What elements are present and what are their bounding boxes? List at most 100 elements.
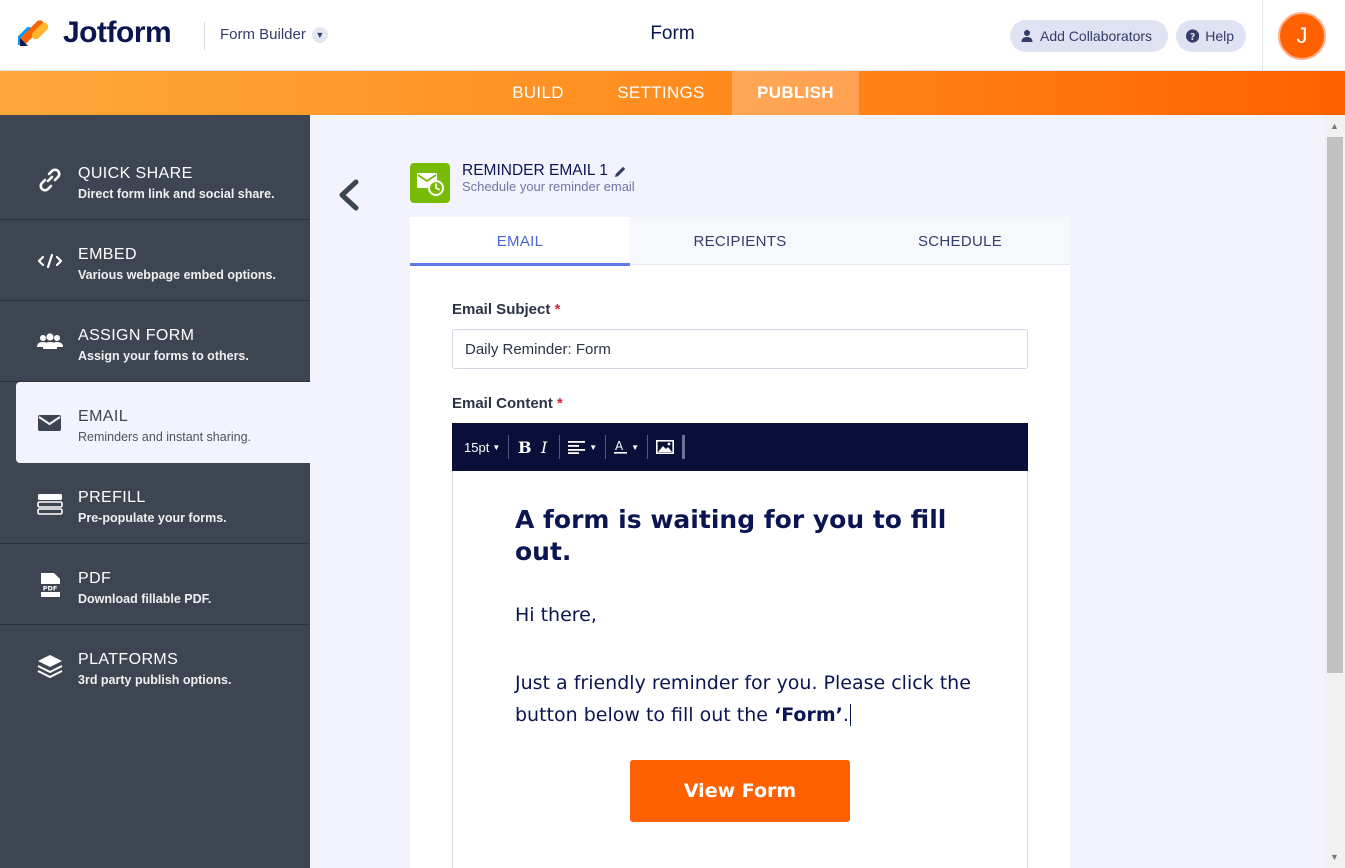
email-clock-icon (417, 173, 444, 196)
bold-button[interactable]: B (513, 433, 535, 461)
reminder-tabs: EMAIL RECIPIENTS SCHEDULE (410, 217, 1070, 266)
email-subject-label-text: Email Subject (452, 301, 551, 318)
required-mark: * (557, 395, 563, 412)
italic-icon: I (540, 439, 548, 455)
text-color-dropdown[interactable]: A ▼ (610, 433, 643, 461)
sidebar-item-platforms[interactable]: PLATFORMS 3rd party publish options. (0, 625, 310, 706)
italic-button[interactable]: I (535, 433, 555, 461)
text-cursor (849, 704, 851, 726)
back-chevron-icon[interactable] (336, 178, 362, 212)
pdf-icon: PDF (39, 573, 61, 597)
scroll-down-icon[interactable]: ▼ (1330, 852, 1339, 862)
sidebar-item-desc: Various webpage embed options. (78, 268, 276, 282)
sidebar-item-desc: Pre-populate your forms. (78, 511, 227, 525)
sidebar-item-title: PLATFORMS (78, 651, 179, 668)
link-icon (39, 168, 61, 192)
sidebar-item-desc: Reminders and instant sharing. (78, 430, 252, 444)
sidebar-item-desc: 3rd party publish options. (78, 673, 232, 687)
tab-schedule[interactable]: SCHEDULE (850, 217, 1070, 265)
toolbar-separator (605, 435, 607, 459)
font-size-dropdown[interactable]: 15pt ▼ (460, 433, 504, 461)
sidebar-item-quick-share[interactable]: QUICK SHARE Direct form link and social … (0, 139, 310, 220)
align-left-icon (568, 441, 586, 454)
svg-text:I: I (540, 439, 548, 455)
align-dropdown[interactable]: ▼ (564, 433, 601, 461)
code-icon (37, 253, 63, 269)
bold-icon: B (518, 439, 531, 455)
email-subject-input[interactable] (452, 329, 1028, 369)
sidebar-item-title: ASSIGN FORM (78, 327, 195, 344)
insert-image-button[interactable] (652, 433, 678, 461)
avatar-container: J (1262, 0, 1345, 70)
reminder-title-row: REMINDER EMAIL 1 (462, 162, 627, 180)
sidebar-item-title: PDF (78, 570, 112, 587)
add-collaborators-label: Add Collaborators (1040, 28, 1153, 44)
sidebar-item-prefill[interactable]: PREFILL Pre-populate your forms. (0, 463, 310, 544)
view-form-button[interactable]: View Form (630, 760, 850, 822)
sidebar-item-title: EMBED (78, 246, 137, 263)
sidebar-item-email[interactable]: EMAIL Reminders and instant sharing. (16, 382, 310, 463)
sidebar-item-desc: Download fillable PDF. (78, 592, 212, 606)
nav-publish[interactable]: PUBLISH (732, 71, 859, 115)
main-nav: BUILD SETTINGS PUBLISH (0, 71, 1345, 115)
email-body: Just a friendly reminder for you. Please… (515, 667, 985, 731)
text-color-icon: A (614, 439, 628, 454)
publish-sidebar: QUICK SHARE Direct form link and social … (0, 115, 310, 868)
svg-text:PDF: PDF (43, 585, 58, 593)
scrollbar-thumb[interactable] (1327, 137, 1343, 673)
help-button[interactable]: ? Help (1176, 20, 1246, 52)
reminder-title: REMINDER EMAIL 1 (462, 162, 608, 179)
svg-text:?: ? (1190, 32, 1195, 43)
caret-down-icon: ▼ (631, 442, 640, 452)
nav-settings[interactable]: SETTINGS (600, 71, 722, 115)
svg-text:B: B (518, 439, 531, 455)
sidebar-item-title: EMAIL (78, 408, 129, 425)
sidebar-item-title: PREFILL (78, 489, 146, 506)
help-label: Help (1205, 28, 1234, 44)
sidebar-item-desc: Assign your forms to others. (78, 349, 249, 363)
avatar[interactable]: J (1278, 12, 1326, 60)
tab-recipients[interactable]: RECIPIENTS (630, 217, 850, 265)
envelope-icon (38, 415, 61, 431)
email-heading: A form is waiting for you to fill out. (515, 505, 947, 566)
sidebar-item-desc: Direct form link and social share. (78, 187, 275, 201)
toolbar-separator (559, 435, 561, 459)
user-icon (1021, 30, 1033, 42)
top-header: Jotform Form Builder ▼ Form Add Collabor… (0, 0, 1345, 71)
editor-toolbar: 15pt ▼ B I ▼ A ▼ (452, 423, 1028, 471)
page-scrollbar[interactable]: ▲ ▼ (1325, 115, 1345, 868)
question-icon: ? (1186, 29, 1200, 43)
add-collaborators-button[interactable]: Add Collaborators (1010, 20, 1168, 52)
email-content-editor[interactable]: A form is waiting for you to fill out. H… (452, 471, 1028, 868)
pencil-icon[interactable] (614, 165, 627, 178)
sidebar-item-embed[interactable]: EMBED Various webpage embed options. (0, 220, 310, 301)
users-icon (37, 333, 63, 349)
email-body-form-name: ‘Form’ (774, 704, 843, 726)
reminder-panel: EMAIL RECIPIENTS SCHEDULE Email Subject … (410, 217, 1070, 868)
reminder-subtitle: Schedule your reminder email (462, 179, 635, 194)
email-greeting: Hi there, (515, 604, 597, 626)
image-icon (656, 440, 675, 454)
caret-down-icon: ▼ (492, 442, 501, 452)
toolbar-separator (682, 435, 686, 459)
email-body-text: Just a friendly reminder for you. Please… (515, 672, 971, 726)
email-content-label-text: Email Content (452, 395, 553, 412)
toolbar-separator (647, 435, 649, 459)
sidebar-item-assign-form[interactable]: ASSIGN FORM Assign your forms to others. (0, 301, 310, 382)
email-content-label: Email Content * (452, 395, 563, 412)
tab-email[interactable]: EMAIL (410, 217, 630, 266)
sidebar-item-pdf[interactable]: PDF PDF Download fillable PDF. (0, 544, 310, 625)
toolbar-separator (508, 435, 510, 459)
layers-icon (37, 655, 63, 678)
nav-build[interactable]: BUILD (495, 71, 581, 115)
sidebar-item-title: QUICK SHARE (78, 165, 193, 182)
email-body-end: . (842, 704, 849, 726)
scroll-up-icon[interactable]: ▲ (1330, 121, 1339, 131)
svg-text:A: A (615, 439, 624, 453)
prefill-icon (37, 494, 63, 515)
font-size-value: 15pt (464, 439, 490, 455)
reminder-email-icon (410, 163, 450, 203)
email-subject-label: Email Subject * (452, 301, 560, 318)
required-mark: * (554, 301, 561, 318)
caret-down-icon: ▼ (589, 442, 598, 452)
